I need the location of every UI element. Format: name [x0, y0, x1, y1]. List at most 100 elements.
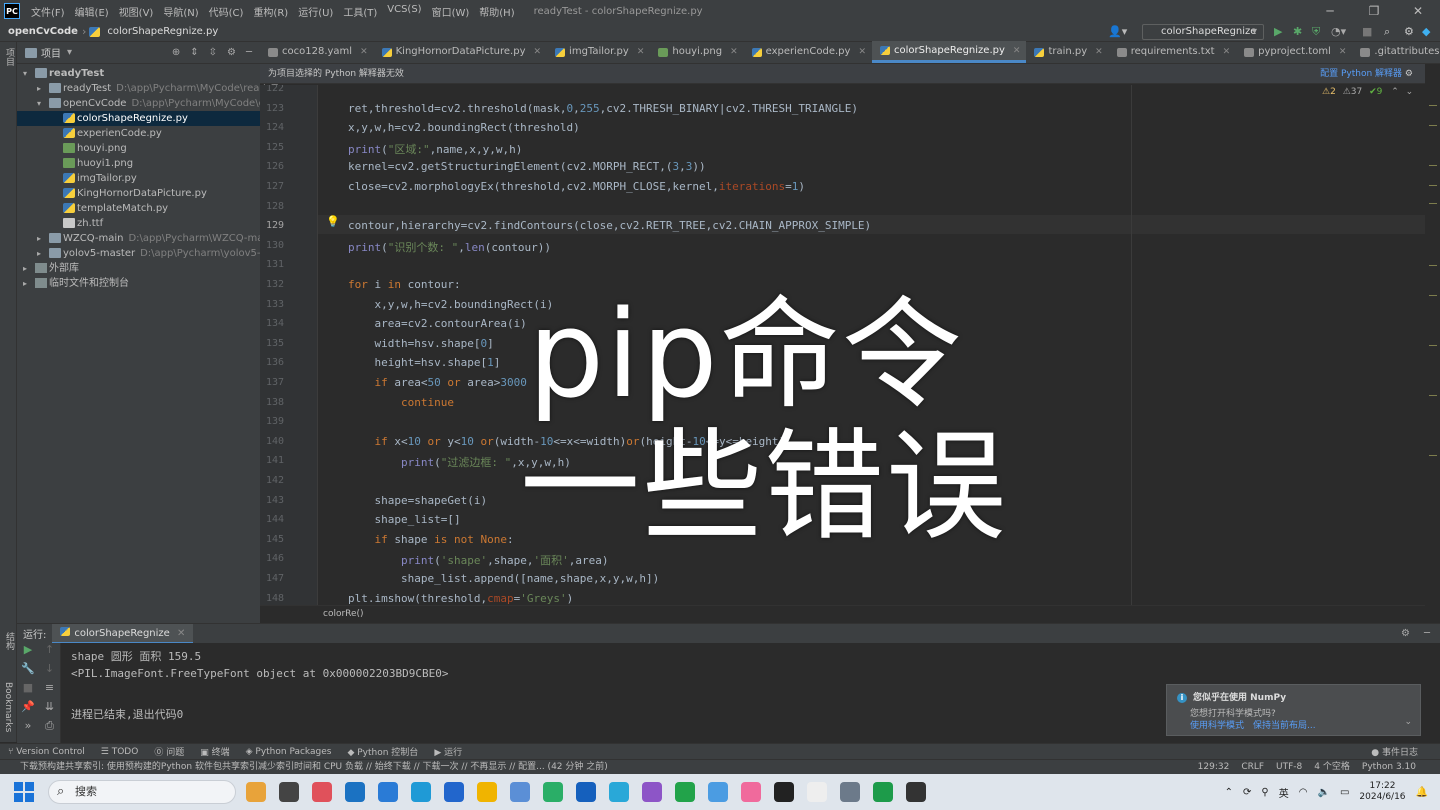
gear-icon[interactable]: ⚙ [1405, 69, 1413, 79]
coverage-icon[interactable]: ⛨ [1312, 25, 1320, 39]
taskbar-app-icon[interactable] [609, 782, 629, 802]
jetbrains-icon[interactable]: ◆ [1422, 25, 1430, 38]
menu-item[interactable]: 导航(N) [158, 4, 203, 19]
editor-tab[interactable]: experienCode.py ✕ [744, 41, 872, 63]
configure-interpreter-link[interactable]: 配置 Python 解释器 ⚙ [1320, 64, 1413, 84]
chevron-down-icon[interactable]: ▾ [67, 47, 72, 58]
taskbar-app-icon[interactable] [708, 782, 728, 802]
user-icon[interactable]: 👤▾ [1108, 25, 1127, 38]
location-icon[interactable]: ⚲ [1261, 787, 1268, 798]
tree-item[interactable]: ▾ readyTest [17, 66, 260, 81]
inspection-widget[interactable]: ⚠2 ⚠37 ✔9 ⌃ ⌄ [1322, 87, 1413, 97]
menu-item[interactable]: 帮助(H) [474, 4, 519, 19]
chevron-up-icon[interactable]: ⌃ [1225, 787, 1233, 798]
structure-tool-button[interactable]: 结构 [3, 632, 16, 650]
notification-bell-icon[interactable]: 🔔 [1416, 787, 1428, 798]
editor-tab[interactable]: train.py ✕ [1026, 41, 1108, 63]
chevron-icon[interactable]: ▸ [23, 261, 35, 276]
soft-wrap-icon[interactable]: ≡ [39, 681, 60, 700]
taskbar-app-icon[interactable] [774, 782, 794, 802]
tree-item[interactable]: ▸ yolov5-master D:\app\Pycharm\yolov5-mast… [17, 246, 292, 261]
file-encoding[interactable]: UTF-8 [1276, 760, 1302, 774]
taskbar-app-icon[interactable] [312, 782, 332, 802]
wrench-icon[interactable]: 🔧 [17, 662, 39, 681]
minimize-icon[interactable]: ─ [1308, 4, 1352, 18]
chevron-down-icon[interactable]: ⌄ [1406, 87, 1414, 97]
volume-icon[interactable]: 🔈 [1317, 787, 1329, 798]
stop-icon[interactable]: ■ [17, 681, 39, 700]
gear-icon[interactable]: ⚙ [1404, 25, 1414, 38]
close-icon[interactable]: ✕ [177, 628, 185, 639]
tree-item[interactable]: zh.ttf [17, 216, 260, 231]
close-icon[interactable]: ✕ [1013, 40, 1021, 62]
tool-todo[interactable]: ☰ TODO [93, 747, 147, 757]
profile-icon[interactable]: ◔▾ [1331, 25, 1346, 38]
tool-version-control[interactable]: ⑂ Version Control [0, 747, 93, 757]
taskbar-app-icon[interactable] [477, 782, 497, 802]
editor-tab[interactable]: KingHornorDataPicture.py ✕ [374, 41, 547, 63]
project-tool-button[interactable]: 项目 [3, 48, 16, 66]
editor-tab[interactable]: pyproject.toml ✕ [1236, 41, 1352, 63]
close-icon[interactable]: ✕ [1095, 41, 1103, 63]
editor-tab[interactable]: .gitattributes✕ [1352, 41, 1440, 63]
tree-item[interactable]: ▾ openCvCode D:\app\Pycharm\MyCode\open [17, 96, 284, 111]
run-tab[interactable]: colorShapeRegnize ✕ [52, 623, 194, 644]
project-panel-title[interactable]: 项目 [41, 45, 61, 60]
menu-item[interactable]: VCS(S) [382, 4, 426, 19]
search-icon[interactable]: ⌕ [1384, 25, 1390, 39]
scroll-up-icon[interactable]: ↑ [39, 643, 60, 662]
tree-item[interactable]: imgTailor.py [17, 171, 260, 186]
chevron-icon[interactable]: ▸ [37, 231, 49, 246]
breadcrumb-file[interactable]: colorShapeRegnize.py [103, 26, 222, 37]
editor-tab[interactable]: colorShapeRegnize.py ✕ [871, 40, 1027, 63]
scroll-down-icon[interactable]: ↓ [39, 662, 60, 681]
taskbar-app-icon[interactable] [510, 782, 530, 802]
locate-icon[interactable]: ⊕ [172, 47, 180, 58]
caret-position[interactable]: 129:32 [1198, 760, 1230, 774]
scroll-to-end-icon[interactable]: ⇊ [39, 700, 60, 719]
gear-icon[interactable]: ⚙ [1401, 628, 1410, 639]
close-icon[interactable]: ✕ [1223, 41, 1231, 63]
keep-layout-link[interactable]: 保持当前布局... [1253, 718, 1316, 731]
editor-tab[interactable]: coco128.yaml ✕ [260, 41, 374, 63]
taskbar-app-icon[interactable] [576, 782, 596, 802]
more-icon[interactable]: » [17, 719, 39, 738]
close-icon[interactable]: ✕ [1396, 4, 1440, 18]
python-interpreter[interactable]: Python 3.10 [1362, 760, 1416, 774]
taskbar-app-icon[interactable] [675, 782, 695, 802]
taskbar-search[interactable]: 搜索 [48, 780, 236, 804]
taskbar-app-icon[interactable] [543, 782, 563, 802]
editor-tab[interactable]: houyi.png ✕ [650, 41, 743, 63]
run-config-dropdown[interactable]: colorShapeRegnize ▾ [1142, 24, 1264, 40]
gear-icon[interactable]: ⚙ [227, 47, 236, 58]
taskbar-app-icon[interactable] [906, 782, 926, 802]
event-log-button[interactable]: ● 事件日志 [1363, 745, 1440, 758]
tree-item[interactable]: ▸ 临时文件和控制台 [17, 276, 260, 291]
use-scientific-mode-link[interactable]: 使用科学模式 [1190, 718, 1244, 731]
lightbulb-icon[interactable]: 💡 [326, 215, 340, 228]
run-icon[interactable]: ▶ [1274, 25, 1282, 38]
close-icon[interactable]: ✕ [360, 41, 368, 63]
taskbar-app-icon[interactable] [840, 782, 860, 802]
taskbar-app-icon[interactable] [345, 782, 365, 802]
menu-item[interactable]: 视图(V) [114, 4, 159, 19]
chevron-icon[interactable]: ▾ [37, 96, 49, 111]
collapse-all-icon[interactable]: ⇳ [209, 47, 217, 58]
tool-problems[interactable]: ⓪ 问题 [146, 745, 192, 758]
hide-icon[interactable]: ─ [246, 47, 252, 58]
menu-item[interactable]: 窗口(W) [427, 4, 475, 19]
pin-icon[interactable]: 📌 [17, 700, 39, 719]
ime-indicator[interactable]: 英 [1279, 785, 1289, 800]
taskbar-app-icon[interactable] [741, 782, 761, 802]
clock[interactable]: 17:22 2024/6/16 [1359, 781, 1405, 803]
tree-item[interactable]: huoyi1.png [17, 156, 260, 171]
menu-item[interactable]: 编辑(E) [70, 4, 114, 19]
close-icon[interactable]: ✕ [858, 41, 866, 63]
taskbar-app-icon[interactable] [807, 782, 827, 802]
taskbar-app-icon[interactable] [642, 782, 662, 802]
tree-item[interactable]: ▸ readyTest D:\app\Pycharm\MyCode\readyTe [17, 81, 282, 96]
close-icon[interactable]: ✕ [637, 41, 645, 63]
close-icon[interactable]: ✕ [1339, 41, 1347, 63]
editor-tab[interactable]: imgTailor.py ✕ [547, 41, 650, 63]
maximize-icon[interactable]: ❐ [1352, 4, 1396, 18]
